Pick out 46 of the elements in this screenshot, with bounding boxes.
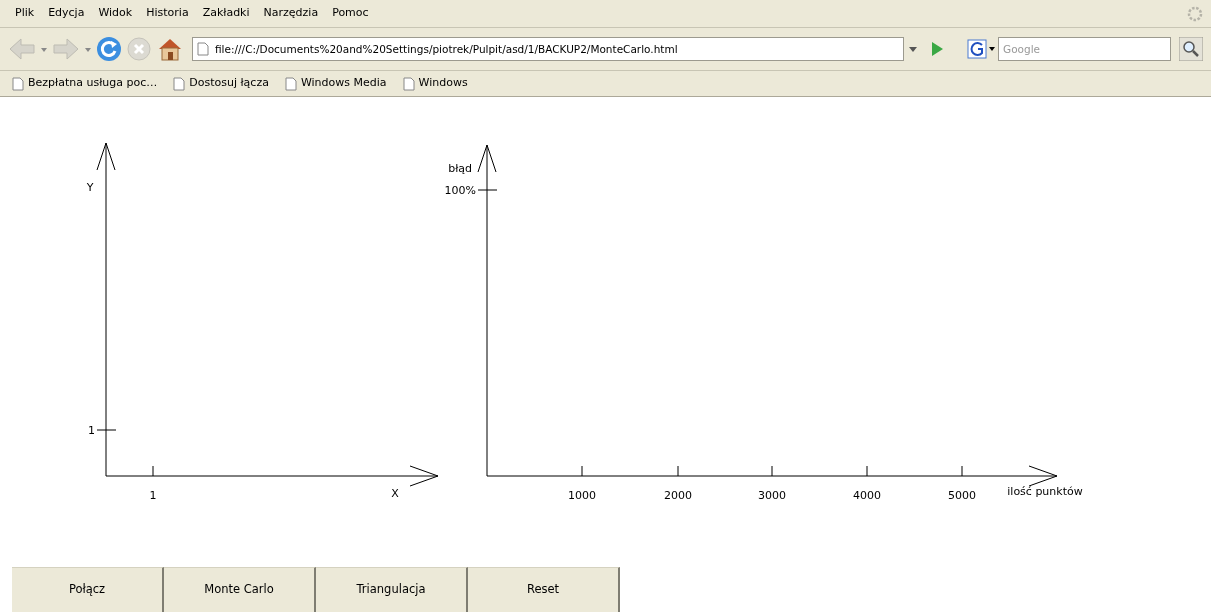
- bookmark-link[interactable]: Dostosuj łącza: [169, 75, 273, 92]
- bookmark-link[interactable]: Windows Media: [280, 75, 391, 92]
- tick-mark: [866, 465, 868, 477]
- tick-label: 4000: [853, 489, 881, 502]
- tick-mark: [152, 465, 154, 477]
- tick-mark: [677, 465, 679, 477]
- menu-item[interactable]: Narzędzia: [256, 5, 326, 22]
- page-icon: [12, 76, 24, 91]
- tick-label: 1000: [568, 489, 596, 502]
- tick-mark: [961, 465, 963, 477]
- throbber-icon: [1187, 5, 1203, 22]
- axis-label: Y: [86, 181, 94, 194]
- search-icon[interactable]: [1179, 37, 1203, 61]
- tick-label: 100%: [444, 184, 476, 197]
- page-icon: [402, 76, 415, 91]
- tick-label: 2000: [664, 489, 692, 502]
- bookmark-link[interactable]: Bezpłatna usługa poc…: [8, 75, 162, 92]
- tick-mark: [477, 189, 498, 191]
- menu-item[interactable]: Historia: [139, 5, 196, 22]
- tick-label: 1: [88, 424, 95, 437]
- axis-label: błąd: [448, 162, 472, 175]
- menu-item[interactable]: Zakładki: [195, 5, 257, 22]
- tick-mark: [96, 429, 117, 431]
- address-field[interactable]: file:///C:/Documents%20and%20Settings/piotrek/Pulpit/asd/1/BACKUP2/MonteCarlo.html: [192, 37, 904, 61]
- bookmark-link[interactable]: Windows: [398, 75, 472, 92]
- axis-label: ilość punktów: [1007, 485, 1083, 498]
- menu-item[interactable]: Plik: [8, 5, 42, 22]
- action-button[interactable]: Połącz: [12, 567, 164, 612]
- tick-label: 3000: [758, 489, 786, 502]
- tick-label: 5000: [948, 489, 976, 502]
- action-button[interactable]: Monte Carlo: [164, 567, 316, 612]
- action-button[interactable]: Triangulacja: [316, 567, 468, 612]
- menu-item[interactable]: Pomoc: [325, 5, 376, 22]
- menu-item[interactable]: Widok: [91, 5, 140, 22]
- search-field[interactable]: Google: [998, 37, 1171, 61]
- page-icon: [197, 42, 209, 56]
- axis-label: X: [391, 487, 399, 500]
- action-button[interactable]: Reset: [468, 567, 620, 612]
- tick-mark: [771, 465, 773, 477]
- menu-item[interactable]: Edycja: [41, 5, 92, 22]
- page-icon: [284, 76, 297, 91]
- tick-label: 1: [149, 489, 157, 502]
- reload-icon[interactable]: [96, 36, 122, 62]
- tick-mark: [581, 465, 583, 477]
- search-engine-icon[interactable]: [964, 37, 998, 61]
- page-icon: [173, 76, 186, 91]
